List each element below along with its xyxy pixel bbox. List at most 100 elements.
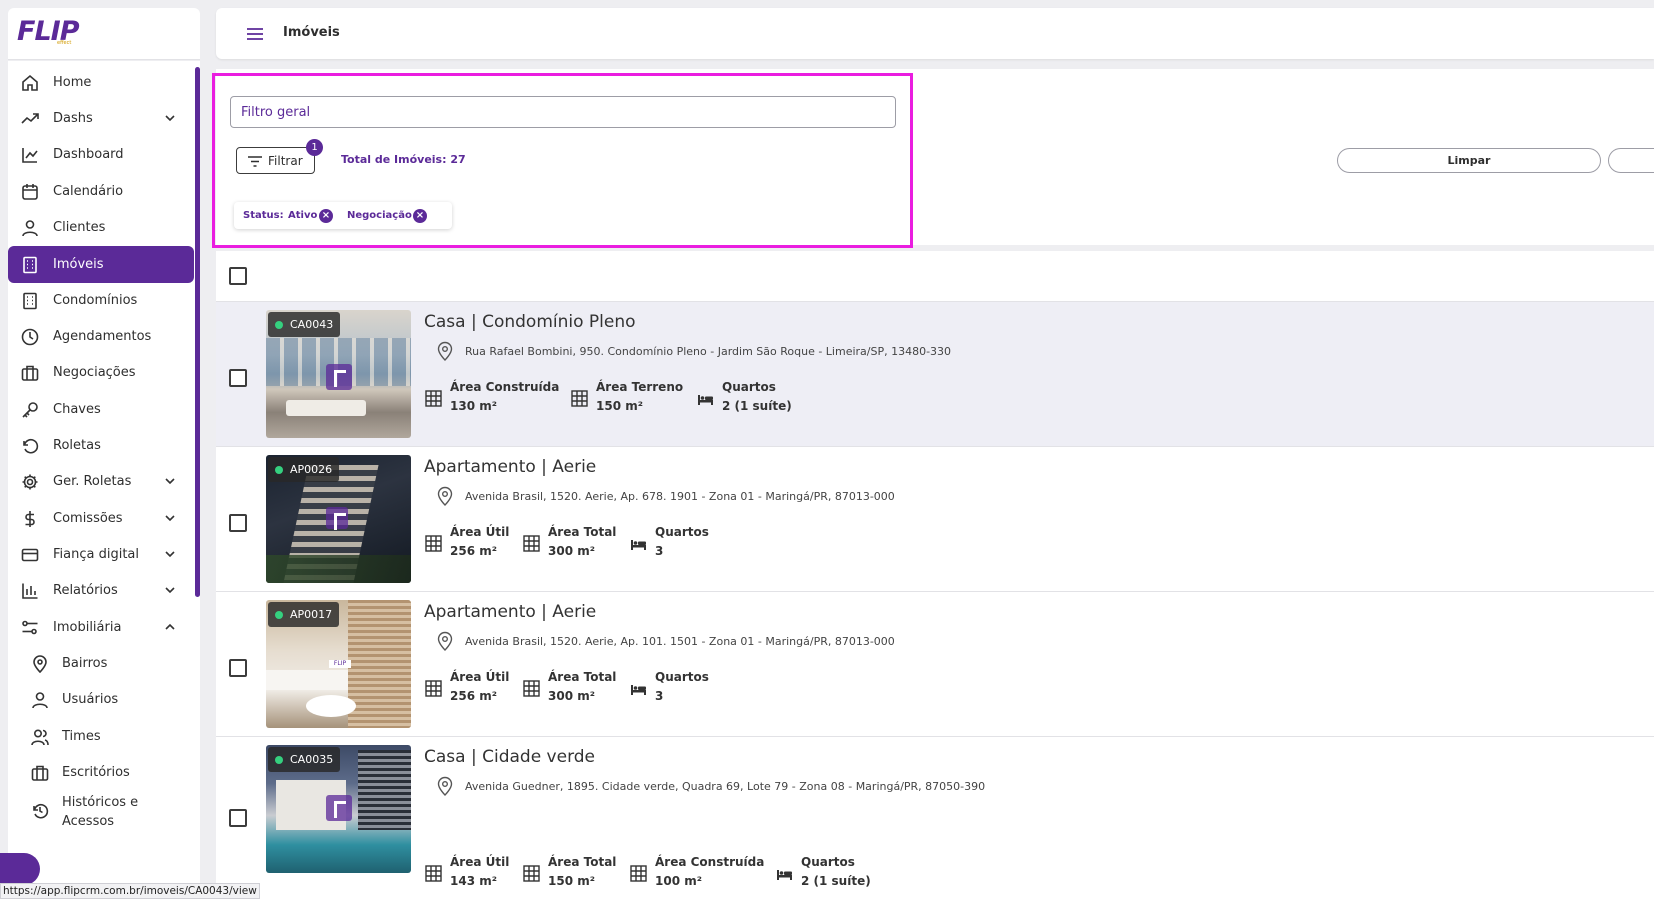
listing-title[interactable]: Casa | Cidade verde [424, 747, 595, 767]
sidebar-item-bairros[interactable]: Bairros [8, 645, 194, 682]
sidebar-item-label: Clientes [53, 220, 106, 235]
grid-icon [425, 535, 442, 552]
spec-label: Área Útil [450, 525, 510, 539]
sidebar-item-label: Fiança digital [53, 547, 139, 562]
sidebar-item-usuarios[interactable]: Usuários [8, 681, 194, 718]
building-icon [23, 292, 37, 310]
row-checkbox[interactable] [229, 809, 247, 827]
chevron-down-icon[interactable] [164, 584, 176, 596]
map-pin-icon [437, 341, 453, 361]
grid-icon [630, 865, 647, 882]
listing-code-badge: AP0017 [268, 602, 340, 627]
bar-chart-icon [22, 583, 38, 599]
sidebar-scrollbar[interactable] [195, 67, 200, 597]
sidebar-item-home[interactable]: Home [8, 64, 194, 101]
chevron-down-icon[interactable] [164, 548, 176, 560]
listing-row[interactable]: AP0026 Apartamento | Aerie Avenida Brasi… [216, 447, 1654, 592]
sidebar-item-label: Históricos e Acessos [62, 795, 139, 829]
spec-value: 300 m² [548, 689, 595, 703]
status-dot [275, 321, 283, 329]
spec-value: 300 m² [548, 544, 595, 558]
sidebar-item-condominios[interactable]: Condomínios [8, 282, 194, 319]
apply-button[interactable] [1608, 148, 1654, 173]
spec-label: Quartos [801, 855, 855, 869]
sidebar-item-label: Usuários [62, 692, 119, 707]
sidebar-item-comissoes[interactable]: Comissões [8, 500, 194, 537]
logo[interactable]: FLIP effect [8, 8, 200, 60]
listing-address: Rua Rafael Bombini, 950. Condomínio Plen… [465, 345, 952, 358]
chevron-down-icon[interactable] [164, 512, 176, 524]
listing-photo[interactable]: CA0035 [266, 745, 411, 873]
listing-photo[interactable]: FLIP AP0017 [266, 600, 411, 728]
sidebar-item-agendamentos[interactable]: Agendamentos [8, 318, 194, 355]
sidebar-nav: Home Dashs Dashboard Calendário Clientes… [8, 61, 200, 899]
chat-widget-button[interactable] [0, 853, 40, 885]
sidebar-item-clientes[interactable]: Clientes [8, 209, 194, 246]
listing-photo[interactable]: CA0043 [266, 310, 411, 438]
dollar-icon [25, 511, 35, 527]
listing-photo[interactable]: AP0026 [266, 455, 411, 583]
sidebar-item-ger-roletas[interactable]: Ger. Roletas [8, 463, 194, 500]
select-all-checkbox[interactable] [229, 267, 247, 285]
sidebar-item-imobiliaria[interactable]: Imobiliária [8, 609, 194, 646]
building-icon [23, 256, 37, 274]
status-dot [275, 756, 283, 764]
sidebar-item-dashs[interactable]: Dashs [8, 100, 194, 137]
spec-label: Área Total [548, 670, 617, 684]
status-bar-url: https://app.flipcrm.com.br/imoveis/CA004… [0, 883, 260, 899]
listing-title[interactable]: Casa | Condomínio Pleno [424, 312, 636, 332]
listing-code: AP0026 [290, 463, 333, 476]
sidebar-item-relatorios[interactable]: Relatórios [8, 572, 194, 609]
listing-title[interactable]: Apartamento | Aerie [424, 602, 596, 622]
rotate-icon [23, 438, 39, 454]
watermark-logo [326, 507, 348, 530]
spec-label: Quartos [655, 525, 709, 539]
row-checkbox[interactable] [229, 514, 247, 532]
spec-value: 3 [655, 689, 664, 703]
spec-value: 2 (1 suíte) [722, 399, 792, 413]
chevron-down-icon[interactable] [164, 112, 176, 124]
sidebar-item-escritorios[interactable]: Escritórios [8, 754, 194, 791]
row-checkbox[interactable] [229, 369, 247, 387]
sidebar-item-historicos[interactable]: Históricos e Acessos [8, 790, 194, 832]
listing-title[interactable]: Apartamento | Aerie [424, 457, 596, 477]
sidebar: FLIP effect Home Dashs Dashboard Calendá… [0, 0, 200, 899]
sidebar-item-imoveis[interactable]: Imóveis [8, 246, 194, 283]
highlight-box [212, 73, 913, 248]
chevron-up-icon[interactable] [164, 621, 176, 633]
bed-icon [698, 395, 713, 405]
grid-icon [425, 390, 442, 407]
sidebar-item-dashboard[interactable]: Dashboard [8, 136, 194, 173]
sidebar-item-chaves[interactable]: Chaves [8, 391, 194, 428]
sidebar-item-negociacoes[interactable]: Negociações [8, 354, 194, 391]
sidebar-item-label: Dashboard [53, 147, 124, 162]
sidebar-item-label: Home [53, 75, 92, 90]
spec-label: Área Construída [655, 855, 765, 869]
sidebar-item-times[interactable]: Times [8, 718, 194, 755]
sidebar-item-fianca-digital[interactable]: Fiança digital [8, 536, 194, 573]
listing-code-badge: CA0035 [268, 747, 341, 772]
listing-row[interactable]: CA0035 Casa | Cidade verde Avenida Guedn… [216, 737, 1654, 899]
spec-label: Área Útil [450, 855, 510, 869]
row-checkbox[interactable] [229, 659, 247, 677]
trending-up-icon [21, 113, 39, 124]
chevron-down-icon[interactable] [164, 475, 176, 487]
listing-code: AP0017 [290, 608, 333, 621]
logo-subtext: effect [57, 40, 72, 46]
spec-label: Quartos [655, 670, 709, 684]
clear-button[interactable]: Limpar [1337, 148, 1601, 173]
sliders-icon [22, 620, 38, 635]
spec-value: 143 m² [450, 874, 497, 888]
sidebar-item-calendario[interactable]: Calendário [8, 173, 194, 210]
hamburger-menu-icon[interactable] [247, 27, 263, 41]
sidebar-item-roletas[interactable]: Roletas [8, 427, 194, 464]
listing-row[interactable]: CA0043 Casa | Condomínio Pleno Rua Rafae… [216, 302, 1654, 447]
listing-code: CA0043 [290, 318, 334, 331]
sidebar-item-label: Agendamentos [53, 329, 152, 344]
grid-icon [523, 865, 540, 882]
listing-address: Avenida Brasil, 1520. Aerie, Ap. 678. 19… [465, 490, 895, 503]
spec-label: Área Útil [450, 670, 510, 684]
spec-value: 256 m² [450, 689, 497, 703]
sidebar-item-label: Ger. Roletas [53, 474, 132, 489]
listing-row[interactable]: FLIP AP0017 Apartamento | Aerie Avenida … [216, 592, 1654, 737]
